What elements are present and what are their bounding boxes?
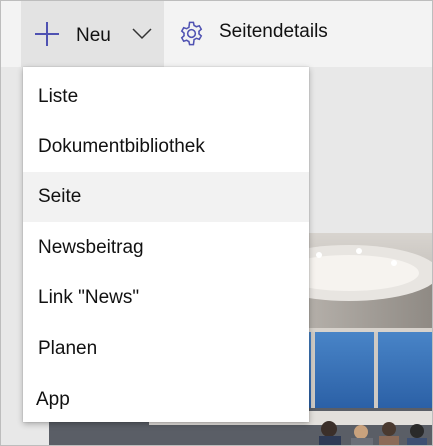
menu-item-news-post[interactable]: Newsbeitrag	[23, 223, 309, 273]
menu-item-document-library[interactable]: Dokumentbibliothek	[23, 122, 309, 172]
page-details-label: Seitendetails	[219, 21, 328, 42]
menu-item-label: Liste	[38, 86, 79, 107]
new-button-label: Neu	[76, 25, 111, 46]
menu-item-list[interactable]: Liste	[23, 72, 309, 122]
new-button[interactable]: Neu	[21, 1, 164, 67]
menu-item-news-link[interactable]: Link "News"	[23, 273, 309, 323]
menu-item-plan[interactable]: Planen	[23, 324, 309, 374]
menu-item-page[interactable]: Seite	[23, 172, 309, 222]
menu-item-label: Seite	[38, 186, 82, 207]
menu-item-label: App	[36, 389, 70, 410]
new-dropdown-menu: Liste Dokumentbibliothek Seite Newsbeitr…	[23, 67, 309, 422]
menu-item-app[interactable]: App	[23, 375, 309, 425]
command-bar: Neu Seitendetails	[1, 1, 432, 67]
page-details-button[interactable]: Seitendetails	[171, 1, 371, 67]
page-frame: Neu Seitendetails Liste Dokumentbiblioth…	[0, 0, 433, 446]
chevron-down-icon	[132, 28, 152, 40]
menu-item-label: Dokumentbibliothek	[38, 136, 205, 157]
plus-icon	[35, 22, 59, 46]
menu-item-label: Link "News"	[38, 287, 140, 308]
gear-icon	[180, 21, 203, 46]
menu-item-label: Newsbeitrag	[38, 237, 144, 258]
menu-item-label: Planen	[38, 338, 98, 359]
